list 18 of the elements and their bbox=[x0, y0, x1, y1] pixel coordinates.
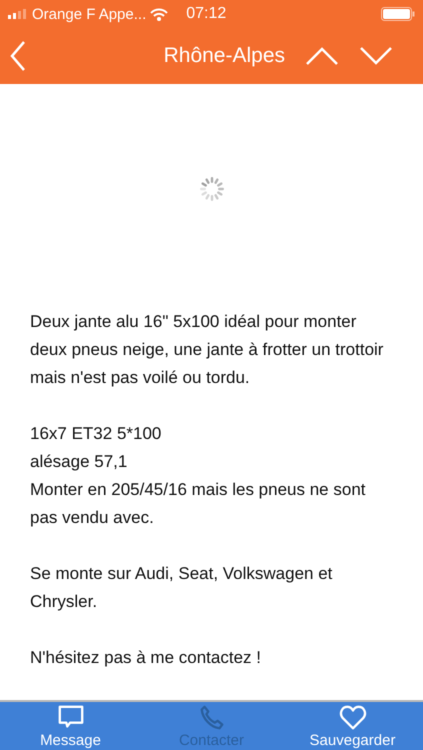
tab-bar-button[interactable]: Message bbox=[0, 702, 141, 750]
chevron-up-icon[interactable] bbox=[305, 46, 339, 66]
signal-icon bbox=[8, 9, 28, 19]
page-title: Rhône-Alpes bbox=[164, 44, 285, 68]
description-paragraph: 16x7 ET32 5*100 alésage 57,1 Monter en 205/45/16 mais les pneus ne sont pas vendu avec. bbox=[30, 423, 366, 529]
description-paragraph: Deux jante alu 16" 5x100 idéal pour monter deux pneus neige, une jante à frotter un trottoir mais n'est pas voilé ou tordu. bbox=[30, 311, 384, 389]
carrier-name: Orange F Appe... bbox=[32, 6, 146, 22]
description-paragraph: Se monte sur Audi, Seat, Volkswagen et Chrysler. bbox=[30, 563, 334, 613]
battery-icon bbox=[381, 7, 415, 21]
back-icon[interactable] bbox=[10, 40, 26, 72]
heart-icon bbox=[338, 704, 366, 732]
clock-time: 07:12 bbox=[186, 5, 226, 23]
description-paragraph: N'hésitez pas à me contactez ! bbox=[30, 647, 262, 669]
loading-spinner-icon bbox=[198, 176, 224, 202]
phone-icon bbox=[198, 704, 226, 732]
chevron-down-icon[interactable] bbox=[359, 46, 393, 66]
wifi-icon bbox=[150, 8, 168, 20]
tab-bar-button[interactable]: Sauvegarder bbox=[282, 702, 423, 750]
